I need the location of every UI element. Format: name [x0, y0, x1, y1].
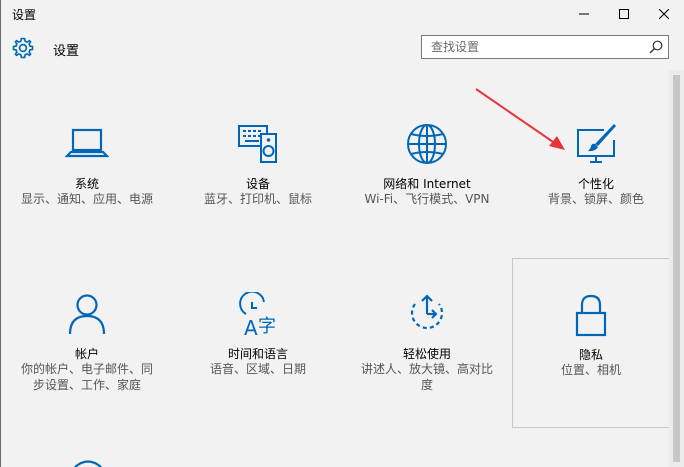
tile-devices-desc: 蓝牙、打印机、鼠标	[203, 192, 312, 206]
tile-accounts-label: 帐户	[74, 347, 99, 361]
title-bar: 设置	[1, 0, 684, 28]
gear-icon	[12, 37, 34, 59]
tile-devices[interactable]: 设备 蓝牙、打印机、鼠标	[186, 100, 330, 258]
tile-accounts[interactable]: 帐户 你的帐户、电子邮件、同步设置、工作、家庭	[15, 270, 159, 428]
svg-text:A: A	[244, 316, 258, 336]
tile-time-language-label: 时间和语言	[227, 347, 288, 361]
maximize-icon	[619, 9, 629, 19]
tile-privacy-desc: 位置、相机	[560, 363, 621, 377]
tile-privacy[interactable]: 隐私 位置、相机	[512, 258, 670, 428]
window-title: 设置	[12, 8, 37, 22]
ease-of-access-icon	[410, 294, 444, 330]
lock-icon	[575, 294, 607, 337]
tile-time-language[interactable]: A 字 时间和语言 语音、区域、日期	[186, 270, 330, 428]
person-icon	[68, 294, 106, 335]
settings-window: 设置 设置 系统 显示、通知、应用、电源	[0, 0, 684, 467]
laptop-icon	[65, 128, 109, 158]
personalization-icon	[577, 124, 616, 163]
search-icon[interactable]	[649, 40, 663, 54]
globe-icon	[407, 124, 447, 164]
search-input[interactable]	[422, 36, 651, 58]
partial-tile-icon	[74, 460, 102, 467]
close-icon	[659, 9, 669, 19]
tile-devices-label: 设备	[245, 177, 270, 191]
tile-time-language-desc: 语音、区域、日期	[209, 362, 306, 376]
svg-text:字: 字	[258, 316, 276, 336]
devices-icon	[238, 125, 277, 163]
tile-ease-of-access-label: 轻松使用	[402, 347, 451, 361]
tile-network-desc: Wi-Fi、飞行模式、VPN	[364, 192, 490, 206]
scrollbar-thumb[interactable]	[673, 75, 680, 462]
tile-system[interactable]: 系统 显示、通知、应用、电源	[15, 100, 159, 258]
tile-personalization-label: 个性化	[577, 177, 614, 191]
tile-ease-of-access-desc: 讲述人、放大镜、高对比度	[361, 362, 494, 392]
page-title: 设置	[53, 44, 80, 59]
time-language-icon: A 字	[239, 292, 276, 336]
tile-ease-of-access[interactable]: 轻松使用 讲述人、放大镜、高对比度	[355, 270, 499, 428]
tile-network[interactable]: 网络和 Internet Wi-Fi、飞行模式、VPN	[355, 100, 499, 258]
tile-network-label: 网络和 Internet	[383, 177, 471, 191]
tile-personalization[interactable]: 个性化 背景、锁屏、颜色	[524, 100, 668, 258]
close-button[interactable]	[641, 0, 684, 28]
tile-accounts-desc: 你的帐户、电子邮件、同步设置、工作、家庭	[21, 362, 154, 392]
minimize-icon	[579, 13, 589, 15]
tile-privacy-label: 隐私	[578, 348, 603, 362]
tile-personalization-desc: 背景、锁屏、颜色	[547, 192, 644, 206]
tile-system-label: 系统	[74, 177, 99, 191]
search-box[interactable]	[421, 35, 669, 59]
tile-system-desc: 显示、通知、应用、电源	[21, 192, 154, 206]
scrollbar[interactable]	[669, 70, 684, 467]
